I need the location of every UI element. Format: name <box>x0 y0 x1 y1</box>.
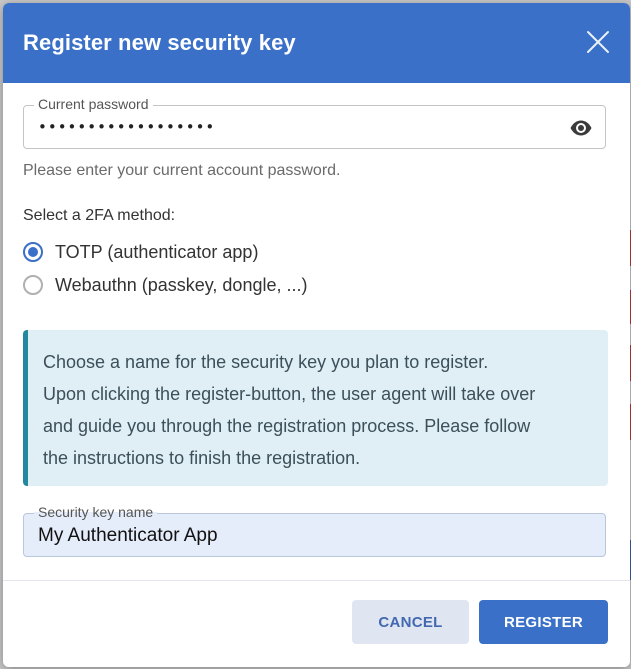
method-option-webauthn[interactable]: Webauthn (passkey, dongle, ...) <box>23 271 307 299</box>
security-key-name-label: Security key name <box>34 504 158 520</box>
current-password-input[interactable]: •••••••••••••••••• <box>38 118 215 136</box>
method-label: Select a 2FA method: <box>23 207 176 224</box>
info-text-line: Upon clicking the register-button, the u… <box>43 384 536 404</box>
dialog-footer: CANCEL REGISTER <box>3 581 630 667</box>
info-text-line: Choose a name for the security key you p… <box>43 352 489 372</box>
current-password-field[interactable]: Current password •••••••••••••••••• <box>23 96 606 149</box>
info-alert: Choose a name for the security key you p… <box>23 330 608 486</box>
method-option-label: TOTP (authenticator app) <box>55 241 259 262</box>
password-helper-text: Please enter your current account passwo… <box>23 162 341 179</box>
method-option-label: Webauthn (passkey, dongle, ...) <box>55 274 308 295</box>
register-button[interactable]: REGISTER <box>479 600 608 644</box>
info-text-line: and guide you through the registration p… <box>43 416 531 436</box>
eye-icon <box>570 120 592 136</box>
current-password-label: Current password <box>34 96 153 112</box>
radio-webauthn[interactable] <box>23 275 43 295</box>
dialog-header: Register new security key <box>3 3 630 83</box>
dialog-title: Register new security key <box>23 30 296 55</box>
security-key-name-input[interactable] <box>38 525 578 547</box>
cancel-button[interactable]: CANCEL <box>352 600 469 644</box>
dialog-body: Current password •••••••••••••••••• Plea… <box>3 83 630 581</box>
close-button[interactable] <box>586 30 610 54</box>
toggle-password-visibility-button[interactable] <box>569 116 593 140</box>
info-text-line: the instructions to finish the registrat… <box>43 448 361 468</box>
method-option-totp[interactable]: TOTP (authenticator app) <box>23 238 258 266</box>
close-icon <box>587 31 609 53</box>
radio-totp[interactable] <box>23 242 43 262</box>
register-security-key-dialog: Register new security key Current passwo… <box>3 3 630 667</box>
security-key-name-field[interactable]: Security key name <box>23 504 606 557</box>
